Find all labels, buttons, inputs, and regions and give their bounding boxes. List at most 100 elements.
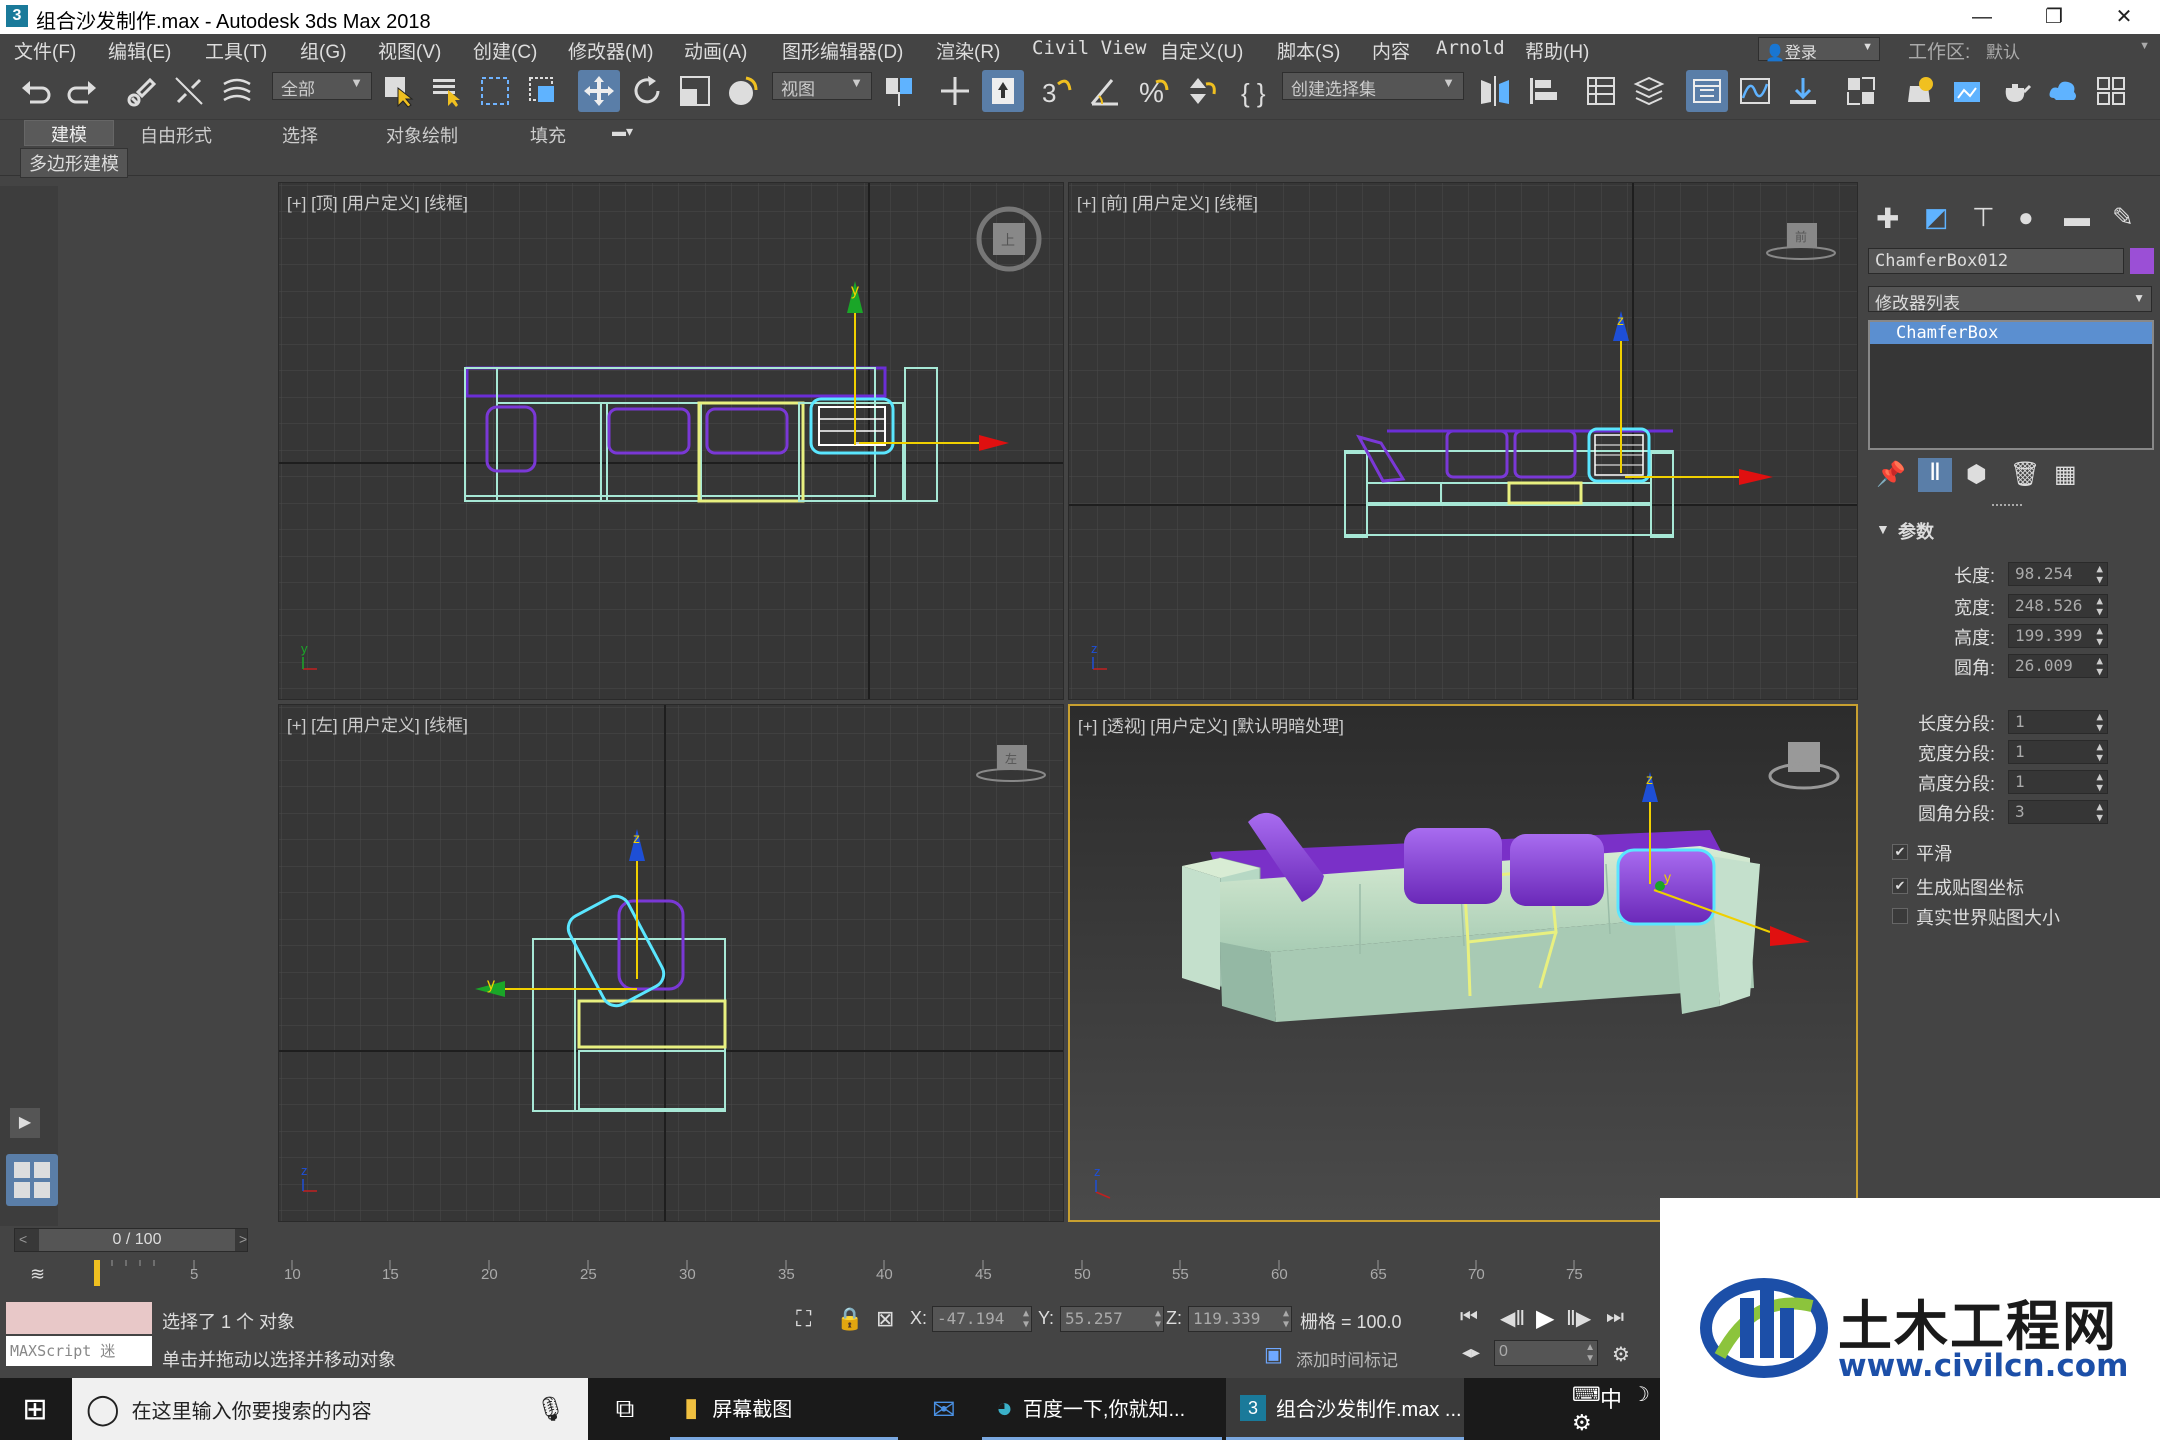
viewport-layout-button[interactable] xyxy=(6,1154,58,1206)
viewport-perspective-label[interactable]: [+] [透视] [用户定义] [默认明暗处理] xyxy=(1078,712,1344,737)
polygon-modeling-panel[interactable]: 多边形建模 xyxy=(20,148,128,178)
spinner-arrows-icon[interactable]: ▲ ▼ xyxy=(2096,655,2103,677)
menu-scripting[interactable]: 脚本(S) xyxy=(1277,37,1340,64)
rect-select-button[interactable] xyxy=(474,70,516,112)
go-to-start-icon[interactable]: ⏮ xyxy=(1460,1306,1478,1329)
menu-views[interactable]: 视图(V) xyxy=(378,37,441,64)
material-editor-button[interactable] xyxy=(1840,70,1882,112)
viewport-perspective[interactable]: [+] [透视] [用户定义] [默认明暗处理] z y z xyxy=(1068,704,1858,1222)
tab-modeling[interactable]: 建模 xyxy=(24,120,114,146)
rendered-frame-button[interactable] xyxy=(1946,70,1988,112)
spinner-snap-toggle[interactable] xyxy=(1180,70,1222,112)
ime-indicator[interactable]: 中 xyxy=(1600,1382,1622,1414)
lock-selection-icon[interactable]: 🔒 xyxy=(836,1306,863,1332)
taskbar-item-3dsmax[interactable]: 3 组合沙发制作.max ... xyxy=(1226,1378,1464,1440)
spinner-arrows-icon[interactable]: ▲ ▼ xyxy=(1283,1308,1289,1330)
login-dropdown[interactable]: 👤登录 ▼ xyxy=(1758,37,1880,62)
viewport-top[interactable]: [+] [顶] [用户定义] [线框] y 上 y xyxy=(278,182,1064,700)
bind-spacewarp-button[interactable] xyxy=(216,70,258,112)
seg-length-spinner[interactable]: 1 ▲ ▼ xyxy=(2008,710,2108,734)
object-name-field[interactable]: ChamferBox012 xyxy=(1868,248,2124,274)
make-unique-icon[interactable]: ⬢ xyxy=(1966,460,1987,489)
time-slider[interactable]: < 0 / 100 > xyxy=(14,1228,248,1252)
time-slider-thumb[interactable]: 0 / 100 xyxy=(39,1229,235,1251)
viewcube-top-label[interactable]: 上 xyxy=(1001,232,1015,248)
task-view-icon[interactable]: ⧉ xyxy=(600,1378,650,1440)
key-mode-icon[interactable]: ◂▸ xyxy=(1462,1342,1480,1363)
render-setup-button[interactable] xyxy=(1898,70,1940,112)
taskbar-search-box[interactable]: ◯ 在这里输入你要搜索的内容 🎙 xyxy=(72,1378,588,1440)
previous-frame-icon[interactable]: ◀Ⅱ xyxy=(1500,1306,1525,1331)
go-to-end-icon[interactable]: ⏭ xyxy=(1606,1306,1624,1329)
ime-mode-icon[interactable]: ☽ xyxy=(1632,1382,1650,1407)
seg-width-spinner[interactable]: 1 ▲ ▼ xyxy=(2008,740,2108,764)
angle-snap-toggle[interactable] xyxy=(1084,70,1126,112)
spinner-arrows-icon[interactable]: ▲ ▼ xyxy=(2096,711,2103,733)
windows-start-icon[interactable]: ⊞ xyxy=(0,1378,70,1440)
mini-curve-icon[interactable]: ≋ xyxy=(30,1264,45,1285)
keyboard-shortcut-toggle[interactable] xyxy=(982,70,1024,112)
spinner-arrows-icon[interactable]: ▲ ▼ xyxy=(1155,1308,1161,1330)
layer-explorer-button[interactable] xyxy=(1628,70,1670,112)
menu-file[interactable]: 文件(F) xyxy=(14,37,76,64)
param-width-spinner[interactable]: 248.526 ▲ ▼ xyxy=(2008,594,2108,618)
viewcube-front-label[interactable]: 前 xyxy=(1795,229,1807,244)
viewport-left[interactable]: [+] [左] [用户定义] [线框] z y 左 z xyxy=(278,704,1064,1222)
menu-edit[interactable]: 编辑(E) xyxy=(108,37,171,64)
align-button[interactable] xyxy=(1522,70,1564,112)
edit-named-selection-button[interactable]: { } xyxy=(1234,70,1276,112)
seg-fillet-spinner[interactable]: 3 ▲ ▼ xyxy=(2008,800,2108,824)
motion-tab-icon[interactable]: ● xyxy=(2018,202,2034,233)
redo-button[interactable] xyxy=(62,70,104,112)
spinner-arrows-icon[interactable]: ▲ ▼ xyxy=(1585,1342,1595,1364)
add-time-tag[interactable]: 添加时间标记 xyxy=(1296,1346,1398,1371)
undo-button[interactable] xyxy=(14,70,56,112)
tab-object-paint[interactable]: 对象绘制 xyxy=(386,122,458,148)
param-fillet-spinner[interactable]: 26.009 ▲ ▼ xyxy=(2008,654,2108,678)
create-tab-icon[interactable]: ✚ xyxy=(1876,202,1899,235)
select-manipulate-button[interactable] xyxy=(934,70,976,112)
next-frame-icon[interactable]: Ⅱ▶ xyxy=(1566,1306,1591,1331)
coord-y-field[interactable]: 55.257 ▲ ▼ xyxy=(1060,1306,1164,1332)
render-production-button[interactable] xyxy=(1994,70,2036,112)
viewcube-left-label[interactable]: 左 xyxy=(1005,751,1017,766)
menu-create[interactable]: 创建(C) xyxy=(473,37,537,64)
select-object-button[interactable] xyxy=(378,70,420,112)
menu-arnold[interactable]: Arnold xyxy=(1436,37,1505,59)
maxscript-listener[interactable]: MAXScript 迷 xyxy=(6,1336,152,1366)
expand-arrow-icon[interactable]: ▶ xyxy=(10,1108,40,1138)
ref-coord-dropdown[interactable]: 视图 ▼ xyxy=(772,72,872,100)
param-height-spinner[interactable]: 199.399 ▲ ▼ xyxy=(2008,624,2108,648)
menu-help[interactable]: 帮助(H) xyxy=(1525,37,1589,64)
viewport-top-label[interactable]: [+] [顶] [用户定义] [线框] xyxy=(287,189,468,214)
display-tab-icon[interactable]: ▬ xyxy=(2064,202,2090,233)
stack-item-chamferbox[interactable]: ChamferBox xyxy=(1870,322,2152,344)
coord-z-field[interactable]: 119.339 ▲ ▼ xyxy=(1188,1306,1292,1332)
menu-group[interactable]: 组(G) xyxy=(300,37,346,64)
spinner-arrows-icon[interactable]: ▲ ▼ xyxy=(2096,801,2103,823)
menu-graph-editors[interactable]: 图形编辑器(D) xyxy=(782,37,903,64)
percent-snap-toggle[interactable]: % xyxy=(1132,70,1174,112)
maxscript-listener-top[interactable] xyxy=(6,1302,152,1334)
mirror-button[interactable] xyxy=(1474,70,1516,112)
keyboard-layout-icon[interactable]: ⌨ xyxy=(1572,1382,1601,1407)
configure-sets-icon[interactable]: ▦ xyxy=(2054,460,2077,489)
modifier-list-dropdown[interactable]: 修改器列表 ▼ xyxy=(1868,286,2152,313)
select-rotate-button[interactable] xyxy=(626,70,668,112)
render-gallery-button[interactable] xyxy=(2090,70,2132,112)
select-by-name-button[interactable] xyxy=(426,70,468,112)
pin-stack-icon[interactable]: 📌 xyxy=(1876,460,1906,489)
menu-tools[interactable]: 工具(T) xyxy=(205,37,267,64)
select-scale-button[interactable] xyxy=(674,70,716,112)
curve-editor-button[interactable] xyxy=(1734,70,1776,112)
toggle-ribbon-button[interactable] xyxy=(1686,70,1728,112)
mail-icon[interactable]: ✉ xyxy=(918,1378,970,1440)
ribbon-options-icon[interactable]: ▬▾ xyxy=(612,123,648,143)
settings-gear-icon[interactable]: ⚙ xyxy=(1572,1410,1592,1436)
seg-height-spinner[interactable]: 1 ▲ ▼ xyxy=(2008,770,2108,794)
params-rollout-header[interactable]: ▼ 参数 xyxy=(1868,516,2154,544)
link-button[interactable] xyxy=(120,70,162,112)
smooth-checkbox[interactable]: ✔ xyxy=(1892,844,1908,860)
spinner-arrows-icon[interactable]: ▲ ▼ xyxy=(2096,741,2103,763)
object-color-swatch[interactable] xyxy=(2130,248,2154,274)
